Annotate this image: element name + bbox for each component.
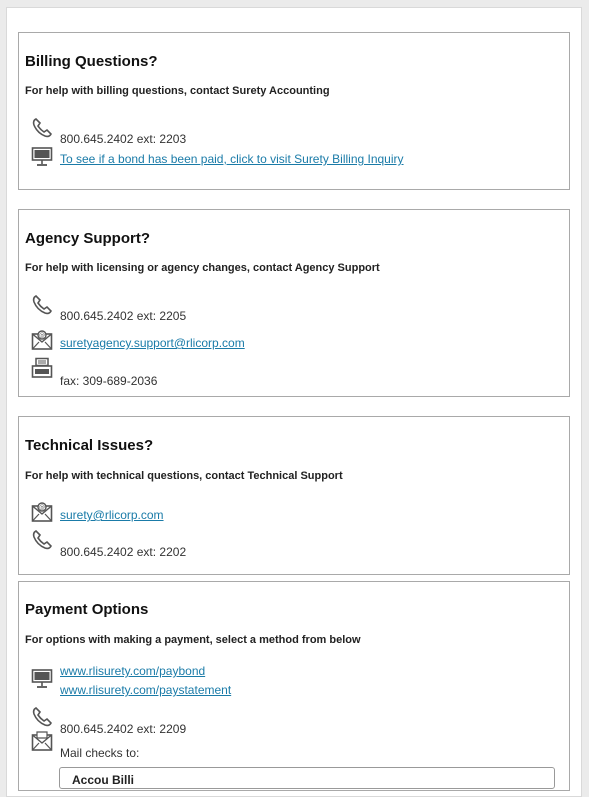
billing-title: Billing Questions? — [25, 53, 158, 70]
payment-card: Payment Options For options with making … — [18, 581, 570, 791]
technical-phone: 800.645.2402 ext: 2202 — [60, 545, 187, 559]
agency-fax: fax: 309-689-2036 — [60, 374, 158, 388]
agency-description: For help with licensing or agency change… — [25, 262, 380, 274]
agency-phone: 800.645.2402 ext: 2205 — [60, 309, 187, 323]
mail-checks-label: Mail checks to: — [60, 746, 140, 760]
computer-icon — [31, 147, 53, 166]
paystatement-link[interactable]: www.rlisurety.com/paystatement — [60, 683, 231, 697]
technical-description: For help with technical questions, conta… — [25, 470, 343, 482]
email-icon: @ — [31, 502, 53, 522]
billing-inquiry-link[interactable]: To see if a bond has been paid, click to… — [60, 152, 404, 166]
payment-description: For options with making a payment, selec… — [25, 634, 361, 646]
agency-email-link[interactable]: suretyagency.support@rlicorp.com — [60, 336, 245, 350]
svg-text:@: @ — [39, 332, 45, 339]
technical-email-link[interactable]: surety@rlicorp.com — [60, 508, 164, 522]
billing-card: Billing Questions? For help with billing… — [18, 32, 570, 190]
billing-description: For help with billing questions, contact… — [25, 85, 330, 97]
phone-icon — [32, 530, 52, 550]
phone-icon — [32, 118, 52, 138]
email-icon: @ — [31, 330, 53, 350]
payment-phone: 800.645.2402 ext: 2209 — [60, 722, 187, 736]
phone-icon — [32, 707, 52, 727]
payment-title: Payment Options — [25, 601, 149, 618]
mail-icon — [31, 731, 53, 751]
paybond-link[interactable]: www.rlisurety.com/paybond — [60, 664, 205, 678]
technical-title: Technical Issues? — [25, 437, 154, 454]
agency-card: Agency Support? For help with licensing … — [18, 209, 570, 397]
computer-icon — [31, 669, 53, 688]
agency-title: Agency Support? — [25, 230, 151, 247]
billing-phone: 800.645.2402 ext: 2203 — [60, 132, 187, 146]
mailing-address-line: Accou Billi — [72, 773, 135, 787]
svg-text:@: @ — [39, 504, 45, 511]
phone-icon — [32, 295, 52, 315]
fax-icon — [31, 357, 53, 378]
technical-card: Technical Issues? For help with technica… — [18, 416, 570, 575]
mailing-address-box: Accou Billi — [59, 767, 555, 789]
